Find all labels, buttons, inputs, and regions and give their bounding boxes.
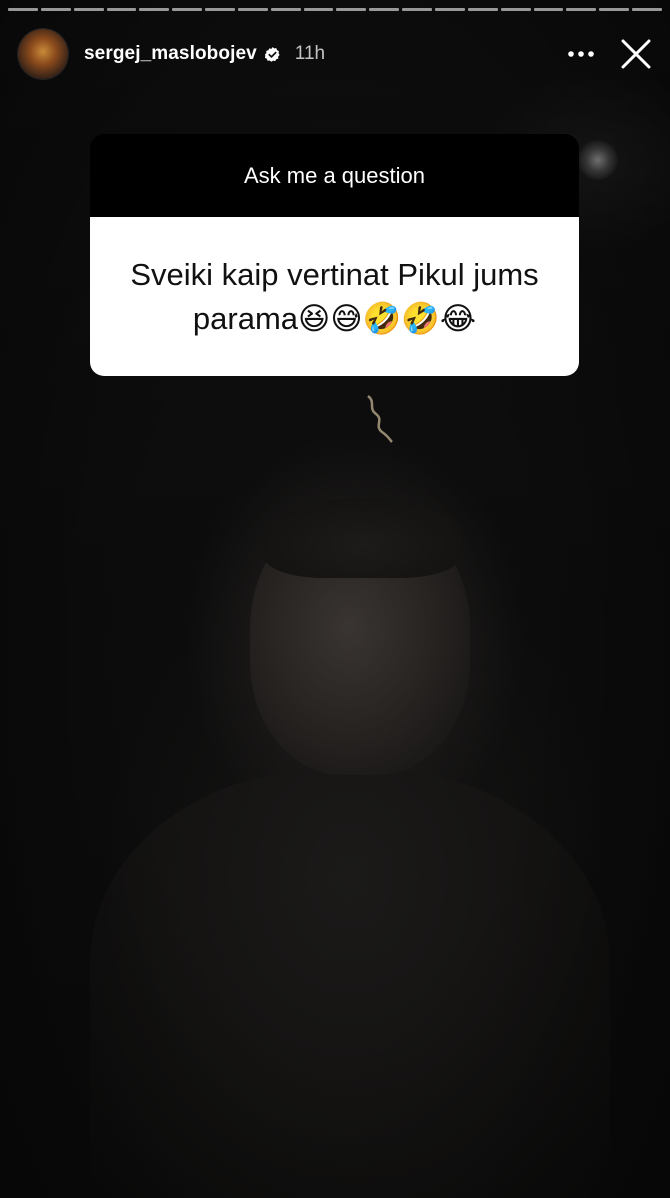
progress-segment <box>8 8 38 11</box>
story-header: sergej_maslobojev 11h <box>18 26 656 82</box>
progress-segment <box>270 8 301 11</box>
progress-segment <box>434 8 465 11</box>
progress-segment <box>172 8 203 11</box>
question-sticker[interactable]: Ask me a question Sveiki kaip vertinat P… <box>90 134 579 376</box>
progress-segment <box>139 8 170 11</box>
close-button[interactable] <box>616 34 656 74</box>
question-sticker-body: Sveiki kaip vertinat Pikul jums parama😆😅… <box>90 217 579 376</box>
progress-segment <box>336 8 367 11</box>
progress-segment <box>106 8 137 11</box>
progress-segment <box>533 8 564 11</box>
progress-segment <box>303 8 334 11</box>
story-progress-bar <box>8 8 662 11</box>
background-person-body <box>90 770 610 1198</box>
progress-segment <box>467 8 498 11</box>
more-horizontal-icon <box>568 51 594 57</box>
progress-segment <box>369 8 400 11</box>
username[interactable]: sergej_maslobojev <box>84 43 257 65</box>
question-sticker-header: Ask me a question <box>90 134 579 217</box>
close-icon <box>621 39 651 69</box>
question-sticker-title: Ask me a question <box>244 162 425 188</box>
progress-segment <box>73 8 104 11</box>
progress-segment <box>500 8 531 11</box>
background-light <box>578 140 618 180</box>
more-options-button[interactable] <box>564 37 598 71</box>
progress-segment <box>205 8 235 11</box>
progress-segment <box>599 8 630 11</box>
story-viewer[interactable]: sergej_maslobojev 11h Ask me a question … <box>0 0 670 1198</box>
progress-segment <box>402 8 432 11</box>
progress-segment <box>40 8 71 11</box>
background-person-hair <box>262 498 462 578</box>
avatar[interactable] <box>18 29 68 79</box>
background-chain <box>367 395 393 443</box>
verified-badge-icon <box>264 46 280 62</box>
progress-segment <box>632 8 662 11</box>
post-time: 11h <box>294 43 326 64</box>
progress-segment <box>237 8 268 11</box>
question-text: Sveiki kaip vertinat Pikul jums parama😆😅… <box>130 256 539 336</box>
progress-segment <box>566 8 597 11</box>
